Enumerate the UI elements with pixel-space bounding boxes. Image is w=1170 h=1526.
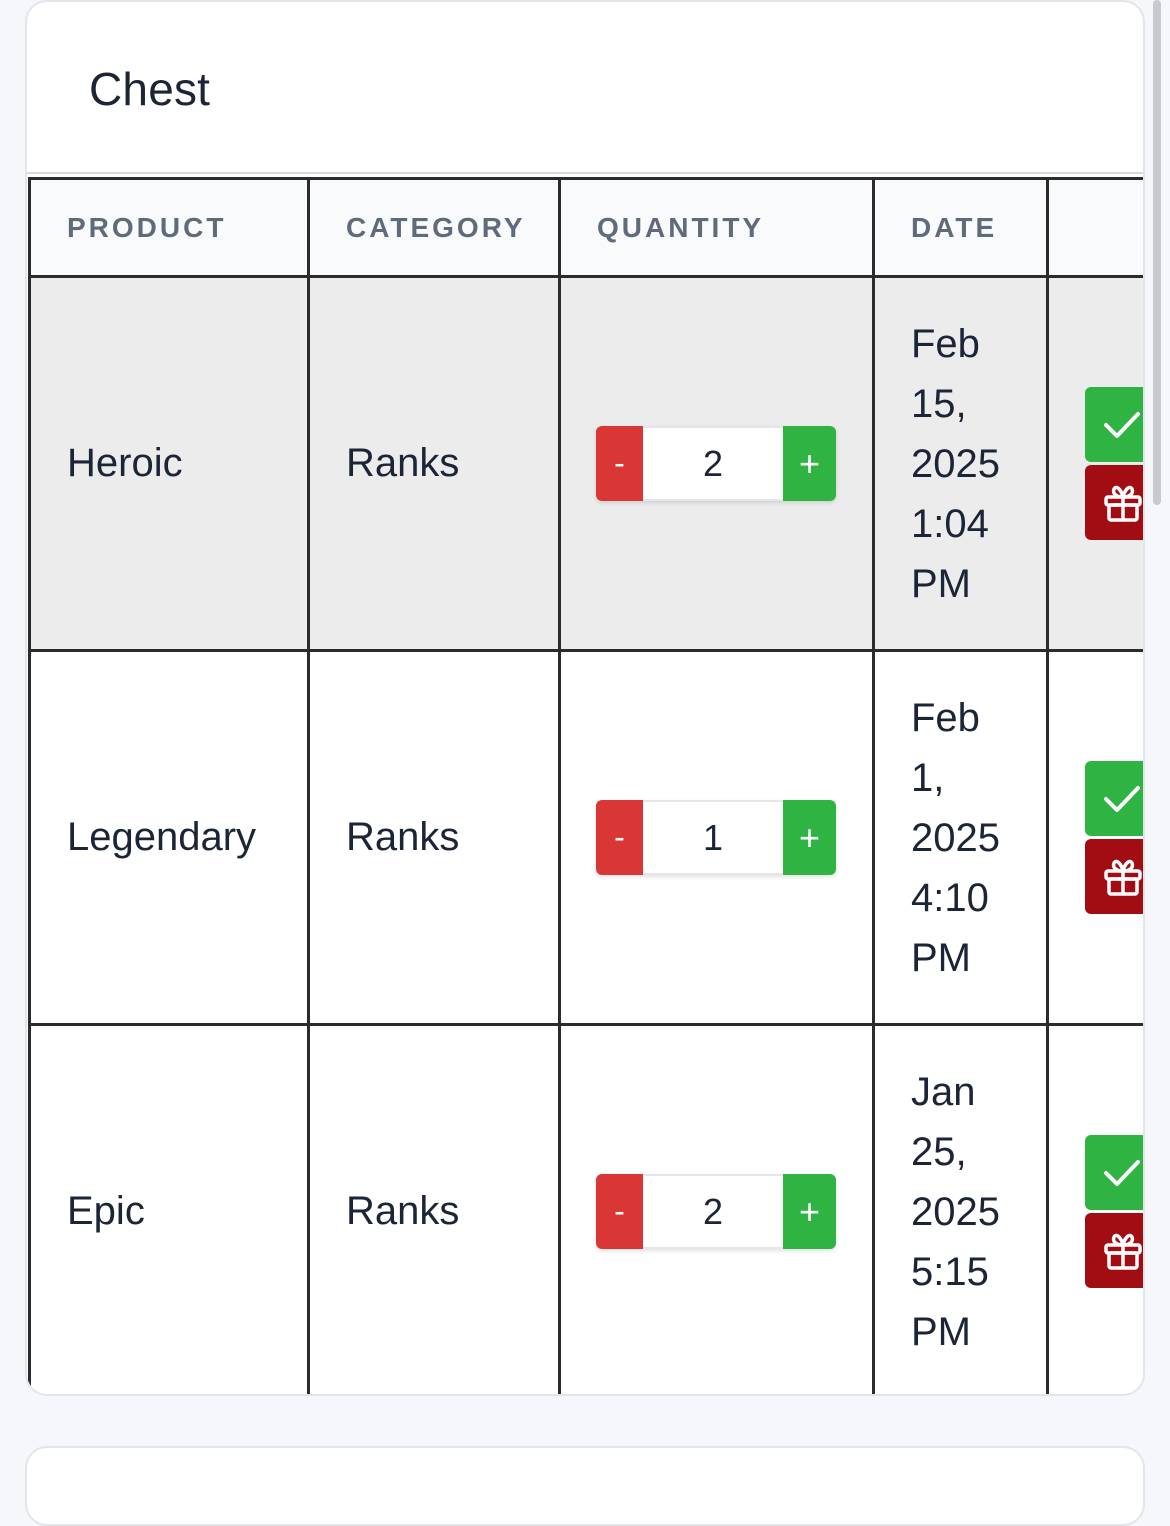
check-icon bbox=[1104, 785, 1140, 812]
gift-button[interactable] bbox=[1085, 1213, 1143, 1288]
date-day: 15, bbox=[911, 381, 967, 426]
quantity-stepper: - 1 + bbox=[596, 800, 836, 875]
header-category: CATEGORY bbox=[307, 177, 561, 278]
actions-cell bbox=[1046, 649, 1143, 1026]
quantity-value[interactable]: 2 bbox=[643, 1174, 783, 1249]
product-cell: Heroic bbox=[28, 275, 310, 652]
header-date: DATE bbox=[872, 177, 1049, 278]
product-cell: Legendary bbox=[28, 649, 310, 1026]
gift-button[interactable] bbox=[1085, 465, 1143, 540]
quantity-cell: - 2 + bbox=[558, 1023, 875, 1394]
header-product: PRODUCT bbox=[28, 177, 310, 278]
header-actions bbox=[1046, 177, 1143, 278]
decrement-button[interactable]: - bbox=[596, 1174, 643, 1249]
table-container: PRODUCT CATEGORY QUANTITY DATE Heroic Ra… bbox=[27, 172, 1143, 1394]
date-time: 5:15 bbox=[911, 1249, 989, 1294]
date-month: Feb bbox=[911, 695, 980, 740]
product-cell: Epic bbox=[28, 1023, 310, 1394]
gift-icon bbox=[1104, 485, 1142, 522]
table-header-row: PRODUCT CATEGORY QUANTITY DATE bbox=[28, 177, 1143, 278]
date-cell: Jan 25, 2025 5:15 PM bbox=[872, 1023, 1049, 1394]
quantity-value[interactable]: 1 bbox=[643, 800, 783, 875]
accept-button[interactable] bbox=[1085, 387, 1143, 462]
actions-cell bbox=[1046, 275, 1143, 652]
date-cell: Feb 1, 2025 4:10 PM bbox=[872, 649, 1049, 1026]
chest-card: Chest PRODUCT CATEGORY QUANTITY DATE Her… bbox=[25, 0, 1145, 1396]
gift-icon bbox=[1104, 859, 1142, 896]
accept-button[interactable] bbox=[1085, 1135, 1143, 1210]
decrement-button[interactable]: - bbox=[596, 800, 643, 875]
quantity-value[interactable]: 2 bbox=[643, 426, 783, 501]
date-year: 2025 bbox=[911, 815, 1000, 860]
date-year: 2025 bbox=[911, 441, 1000, 486]
date-year: 2025 bbox=[911, 1189, 1000, 1234]
date-time: 4:10 bbox=[911, 875, 989, 920]
quantity-cell: - 2 + bbox=[558, 275, 875, 652]
decrement-button[interactable]: - bbox=[596, 426, 643, 501]
date-period: PM bbox=[911, 1309, 971, 1354]
table-row: Epic Ranks - 2 + Jan 25, 2025 5:15 PM bbox=[28, 1023, 1143, 1394]
gift-button[interactable] bbox=[1085, 839, 1143, 914]
date-time: 1:04 bbox=[911, 501, 989, 546]
date-cell: Feb 15, 2025 1:04 PM bbox=[872, 275, 1049, 652]
table-row: Heroic Ranks - 2 + Feb 15, 2025 1:04 PM bbox=[28, 275, 1143, 652]
table-row: Legendary Ranks - 1 + Feb 1, 2025 4:10 P… bbox=[28, 649, 1143, 1026]
date-period: PM bbox=[911, 935, 971, 980]
quantity-stepper: - 2 + bbox=[596, 426, 836, 501]
check-icon bbox=[1104, 411, 1140, 438]
check-icon bbox=[1104, 1159, 1140, 1186]
gift-icon bbox=[1104, 1233, 1142, 1270]
category-cell: Ranks bbox=[307, 275, 561, 652]
quantity-cell: - 1 + bbox=[558, 649, 875, 1026]
increment-button[interactable]: + bbox=[783, 800, 836, 875]
header-quantity: QUANTITY bbox=[558, 177, 875, 278]
increment-button[interactable]: + bbox=[783, 1174, 836, 1249]
date-period: PM bbox=[911, 561, 971, 606]
card-title: Chest bbox=[89, 63, 211, 115]
category-cell: Ranks bbox=[307, 1023, 561, 1394]
date-month: Feb bbox=[911, 321, 980, 366]
date-day: 25, bbox=[911, 1129, 967, 1174]
quantity-stepper: - 2 + bbox=[596, 1174, 836, 1249]
category-cell: Ranks bbox=[307, 649, 561, 1026]
date-day: 1, bbox=[911, 755, 945, 800]
chest-table: PRODUCT CATEGORY QUANTITY DATE Heroic Ra… bbox=[28, 177, 1143, 1394]
increment-button[interactable]: + bbox=[783, 426, 836, 501]
next-card bbox=[25, 1446, 1145, 1526]
date-month: Jan bbox=[911, 1069, 976, 1114]
accept-button[interactable] bbox=[1085, 761, 1143, 836]
vertical-scrollbar[interactable] bbox=[1153, 0, 1161, 505]
actions-cell bbox=[1046, 1023, 1143, 1394]
